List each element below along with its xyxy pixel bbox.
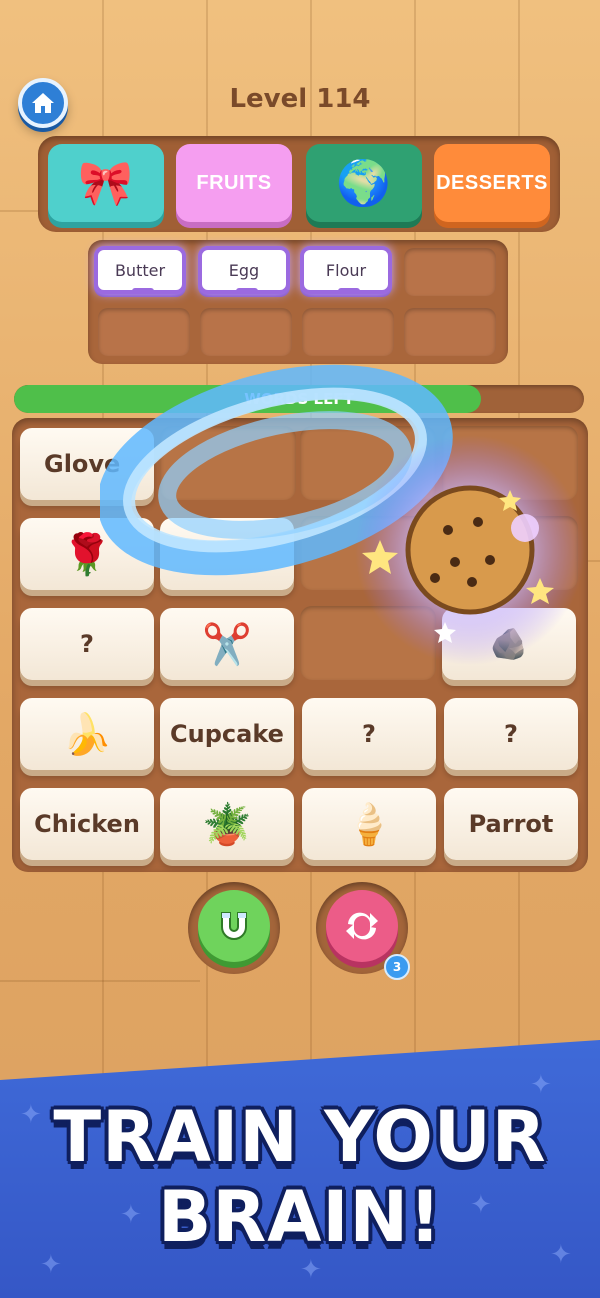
picture-card[interactable]: 🪴 (160, 788, 294, 860)
tagline-line1: TRAIN YOUR (53, 1096, 547, 1178)
answer-slot-empty (200, 308, 292, 356)
word-card[interactable]: Glove (20, 428, 154, 500)
hidden-card[interactable] (160, 518, 294, 590)
picture-card[interactable]: 🌹 (20, 518, 154, 590)
banana-icon: 🍌 (62, 711, 112, 758)
picture-card[interactable]: 🍦 (302, 788, 436, 860)
word-card[interactable]: Parrot (444, 788, 578, 860)
card-word: ? (362, 720, 376, 748)
answer-slot-empty (302, 308, 394, 356)
progress-label: WORDS LEFT (244, 390, 354, 408)
slot-word: Egg (228, 260, 260, 280)
category-tray: 🎀 FRUITS 🌍 DESSERTS (38, 136, 560, 232)
stone-icon: 🪨 (490, 626, 528, 662)
answer-slot[interactable]: Flour (300, 246, 392, 294)
ice-cream-icon: 🍦 (344, 801, 394, 848)
answer-slot[interactable]: Butter (94, 246, 186, 294)
empty-cell (300, 516, 436, 590)
slot-word: Flour (325, 260, 367, 280)
bow-icon: 🎀 (78, 159, 134, 208)
picture-card[interactable]: 🪨 (442, 608, 576, 680)
picture-card[interactable]: 🍌 (20, 698, 154, 770)
category-label: DESSERTS (436, 171, 548, 194)
globe-icon: 🌍 (336, 159, 392, 208)
answer-slot-empty (404, 308, 496, 356)
shuffle-powerup-face (326, 890, 398, 962)
level-title: Level 114 (229, 84, 371, 114)
empty-cell (442, 516, 578, 590)
wood-seam (0, 980, 200, 982)
answer-slot-empty (404, 248, 496, 296)
answer-tray: Butter Egg Flour (88, 240, 508, 364)
picture-card[interactable]: ✂️ (160, 608, 294, 680)
empty-cell (300, 606, 436, 680)
empty-cell (300, 426, 436, 500)
word-card[interactable]: Chicken (20, 788, 154, 860)
slot-word: Butter (114, 260, 166, 280)
answer-slot[interactable]: Egg (198, 246, 290, 294)
card-word: Chicken (34, 810, 140, 838)
mystery-card[interactable]: ? (20, 608, 154, 680)
category-globe[interactable]: 🌍 (306, 144, 422, 222)
magnet-icon (221, 912, 247, 940)
potted-plant-icon: 🪴 (202, 801, 252, 848)
empty-cell (442, 426, 578, 500)
card-word: ? (504, 720, 518, 748)
magnet-powerup-button[interactable] (188, 882, 280, 974)
rose-icon: 🌹 (62, 531, 112, 578)
shuffle-count-badge: 3 (384, 954, 410, 980)
card-word: ? (80, 630, 94, 658)
words-left-progress: WORDS LEFT (14, 385, 584, 413)
word-card[interactable]: Cupcake (160, 698, 294, 770)
answer-slot-empty (98, 308, 190, 356)
card-word: Glove (44, 450, 121, 478)
category-label: FRUITS (196, 171, 272, 194)
category-desserts[interactable]: DESSERTS (434, 144, 550, 222)
mystery-card[interactable]: ? (444, 698, 578, 770)
magnet-powerup-face (198, 890, 270, 962)
category-fruits[interactable]: FRUITS (176, 144, 292, 222)
category-bow[interactable]: 🎀 (48, 144, 164, 222)
card-word: Parrot (468, 810, 554, 838)
sparkle-icon: ✦ (300, 1255, 322, 1285)
mystery-card[interactable]: ? (302, 698, 436, 770)
tagline-line2: BRAIN! (158, 1176, 442, 1258)
scissors-icon: ✂️ (202, 621, 252, 668)
shuffle-icon (346, 912, 378, 940)
empty-cell (160, 426, 296, 500)
card-word: Cupcake (170, 720, 284, 748)
word-board: Glove 🌹 ? ✂️ 🪨 🍌 Cupcake ? ? Chicken 🪴 🍦… (12, 418, 588, 872)
